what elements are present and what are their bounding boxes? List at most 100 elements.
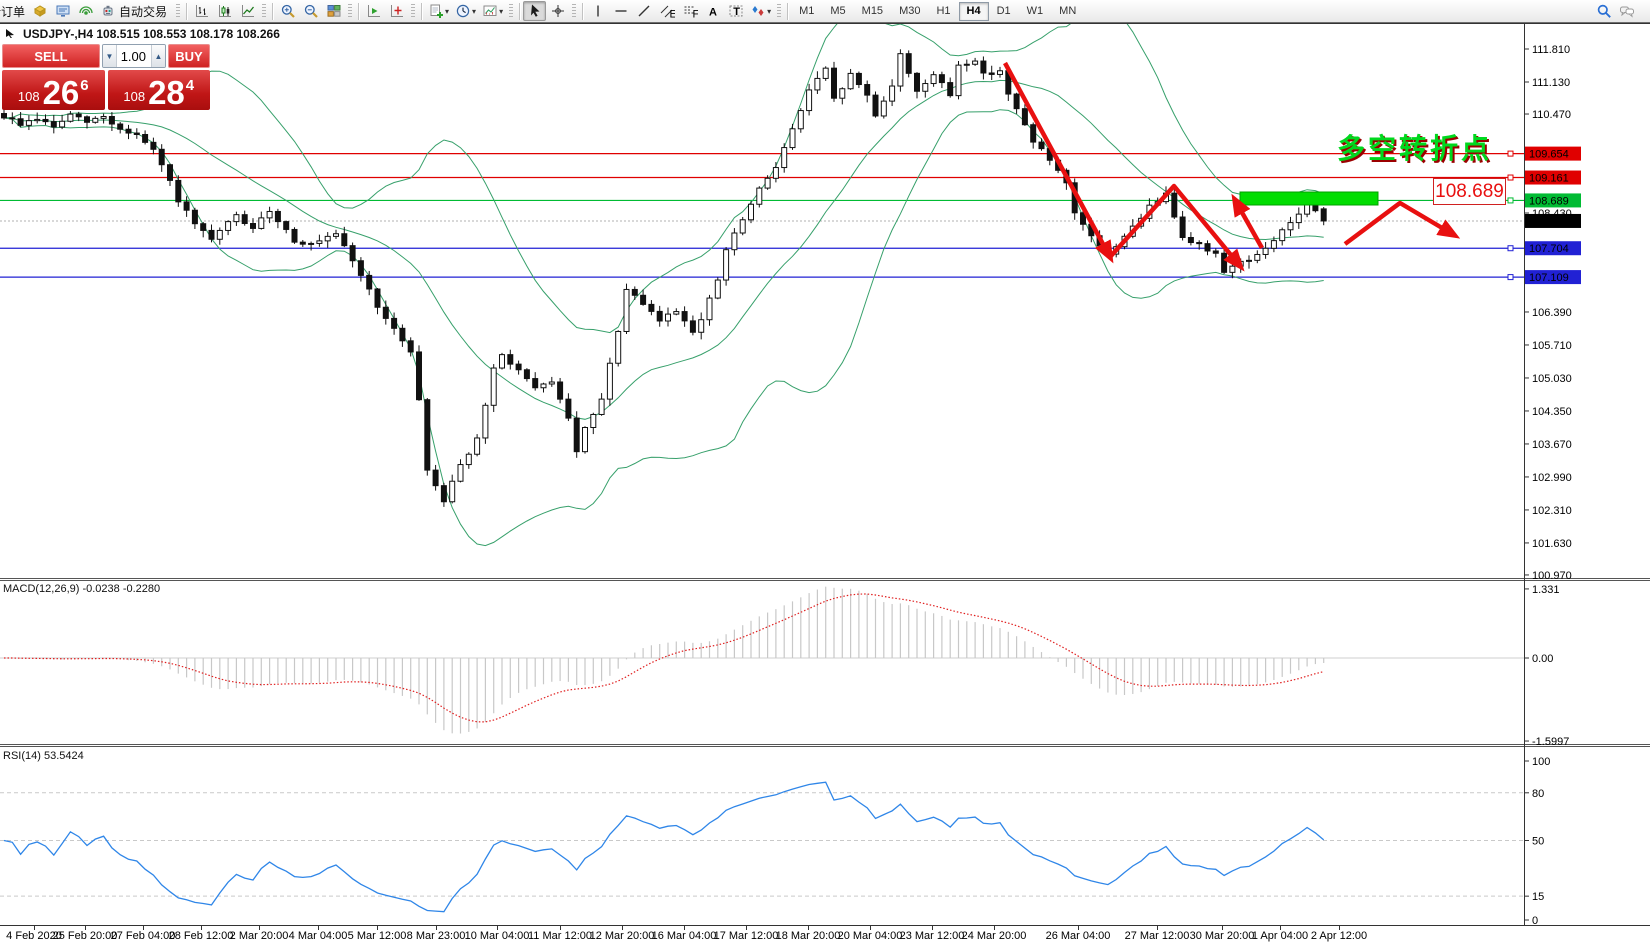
- crosshair-icon: [550, 3, 566, 19]
- rsi-line: [4, 782, 1324, 912]
- symbol-ohlc-text: USDJPY-,H4 108.515 108.553 108.178 108.2…: [23, 27, 280, 41]
- timeframe-mn[interactable]: MN: [1051, 2, 1084, 21]
- timeframe-d1[interactable]: D1: [989, 2, 1019, 21]
- trend-arrow[interactable]: [1345, 203, 1454, 244]
- timeframe-w1[interactable]: W1: [1019, 2, 1052, 21]
- timeframe-m30[interactable]: M30: [891, 2, 928, 21]
- volume-input[interactable]: [117, 45, 151, 67]
- tile-windows-button[interactable]: [322, 1, 345, 21]
- toolbar-separator: [787, 3, 788, 20]
- horizontal-line-tool-button[interactable]: [609, 1, 632, 21]
- trend-arrow[interactable]: [1235, 200, 1262, 248]
- price-tick-label: 106.390: [1532, 307, 1572, 319]
- monitor-icon: [55, 3, 71, 19]
- price-level-badge-label: 108.689: [1529, 195, 1569, 207]
- macd-pane[interactable]: [0, 587, 1524, 734]
- time-tick-label: 17 Mar 12:00: [714, 930, 779, 942]
- chevron-down-icon: ▾: [445, 7, 449, 16]
- bollinger-lower-band[interactable]: [4, 110, 1324, 546]
- ask-big-figure: 108: [123, 89, 145, 104]
- chat-button[interactable]: [1615, 1, 1638, 21]
- main-price-pane[interactable]: [0, 8, 1524, 546]
- periods-button[interactable]: ▾: [452, 1, 479, 21]
- line-handle[interactable]: [1508, 275, 1513, 280]
- chart-shift-button[interactable]: [385, 1, 408, 21]
- text-label-icon: T: [728, 3, 744, 19]
- candlestick-icon: [217, 3, 233, 19]
- timeframe-m1[interactable]: M1: [791, 2, 822, 21]
- ask-price-box[interactable]: 108 28 4: [108, 70, 211, 110]
- data-window-button[interactable]: [51, 1, 74, 21]
- line-chart-mode-button[interactable]: [236, 1, 259, 21]
- autotrading-button[interactable]: 自动交易: [97, 1, 173, 21]
- search-button[interactable]: [1592, 1, 1615, 21]
- toolbar-grip: [176, 4, 180, 19]
- trendline-icon: [636, 3, 652, 19]
- timeframe-h1[interactable]: H1: [928, 2, 958, 21]
- bollinger-middle-band[interactable]: [4, 80, 1324, 419]
- volume-decrease-button[interactable]: ▼: [103, 45, 117, 67]
- price-level-badge-label: 109.161: [1529, 173, 1569, 185]
- auto-scroll-button[interactable]: [362, 1, 385, 21]
- candlestick-mode-button[interactable]: [213, 1, 236, 21]
- bar-chart-mode-button[interactable]: [190, 1, 213, 21]
- zoom-out-button[interactable]: [299, 1, 322, 21]
- bid-price-box[interactable]: 108 26 6: [2, 70, 105, 110]
- svg-text:A: A: [709, 7, 717, 19]
- market-watch-button[interactable]: [28, 1, 51, 21]
- text-tool-button[interactable]: A: [701, 1, 724, 21]
- macd-indicator-label: MACD(12,26,9) -0.0238 -0.2280: [3, 583, 160, 595]
- toolbar-grip: [348, 4, 352, 19]
- crosshair-tool-button[interactable]: [546, 1, 569, 21]
- line-handle[interactable]: [1508, 198, 1513, 203]
- price-tick-label: 100.970: [1532, 570, 1572, 582]
- price-tick-label: 103.670: [1532, 439, 1572, 451]
- bid-pipette: 6: [80, 77, 88, 94]
- time-tick-label: 16 Mar 04:00: [652, 930, 717, 942]
- templates-button[interactable]: ▾: [479, 1, 506, 21]
- chevron-down-icon: ▾: [767, 7, 771, 16]
- line-handle[interactable]: [1508, 151, 1513, 156]
- toolbar-grip: [509, 4, 513, 19]
- cursor-tool-button[interactable]: [523, 1, 546, 21]
- signals-button[interactable]: [74, 1, 97, 21]
- toolbar-separator: [272, 3, 273, 20]
- buy-button[interactable]: BUY: [168, 44, 210, 68]
- line-handle[interactable]: [1508, 175, 1513, 180]
- time-tick-label: 5 Mar 12:00: [348, 930, 407, 942]
- zoom-in-button[interactable]: [276, 1, 299, 21]
- new-order-button[interactable]: 新订单: [0, 3, 25, 20]
- time-tick-label: 2 Apr 12:00: [1311, 930, 1367, 942]
- macd-tick-label: 0.00: [1532, 653, 1553, 665]
- timeframe-m15[interactable]: M15: [854, 2, 891, 21]
- trendline-tool-button[interactable]: [632, 1, 655, 21]
- price-callout-box[interactable]: 108.689: [1433, 178, 1506, 205]
- price-tick-label: 105.710: [1532, 340, 1572, 352]
- timeframe-h4[interactable]: H4: [959, 2, 989, 21]
- time-tick-label: 30 Mar 20:00: [1190, 930, 1255, 942]
- rsi-tick-label: 80: [1532, 788, 1544, 800]
- fibonacci-tool-button[interactable]: F: [678, 1, 701, 21]
- price-level-badge-label: 107.704: [1529, 243, 1569, 255]
- timeframe-m5[interactable]: M5: [822, 2, 853, 21]
- price-tick-label: 105.030: [1532, 373, 1572, 385]
- turning-point-note[interactable]: 多空转折点: [1337, 127, 1492, 167]
- price-tick-label: 102.310: [1532, 505, 1572, 517]
- chevron-down-icon: ▾: [472, 7, 476, 16]
- time-tick-label: 27 Mar 12:00: [1125, 930, 1190, 942]
- arrows-tool-button[interactable]: ▾: [747, 1, 774, 21]
- time-tick-label: 8 Mar 23:00: [407, 930, 466, 942]
- channel-tool-button[interactable]: E: [655, 1, 678, 21]
- trend-arrow[interactable]: [1005, 63, 1110, 257]
- sell-button[interactable]: SELL: [2, 44, 100, 68]
- vertical-line-tool-button[interactable]: [586, 1, 609, 21]
- chart-marker-icon: [6, 27, 16, 41]
- indicators-button[interactable]: ▾: [425, 1, 452, 21]
- mt4-window: 111.810111.130110.470108.430106.390105.7…: [0, 0, 1650, 944]
- rsi-pane[interactable]: [0, 782, 1524, 912]
- resistance-zone-rect[interactable]: [1240, 192, 1378, 205]
- chevron-down-icon: ▾: [499, 7, 503, 16]
- label-tool-button[interactable]: T: [724, 1, 747, 21]
- line-handle[interactable]: [1508, 246, 1513, 251]
- symbol-header: USDJPY-,H4 108.515 108.553 108.178 108.2…: [6, 27, 280, 41]
